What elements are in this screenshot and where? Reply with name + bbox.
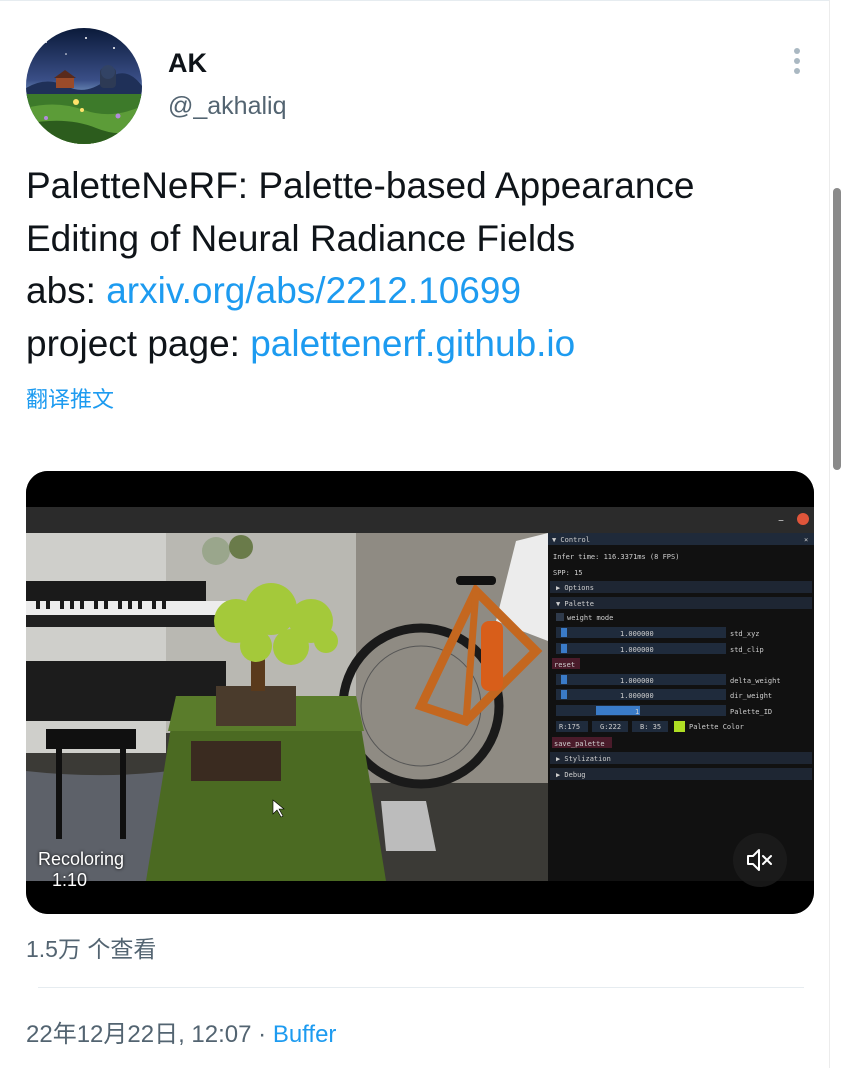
panel-close-icon: ×	[804, 536, 808, 544]
top-border	[0, 0, 844, 1]
video-title-label: Recoloring	[38, 849, 125, 869]
std-clip-value: 1.000000	[620, 646, 654, 654]
window-close-icon	[797, 513, 809, 525]
std-clip-label: std_clip	[730, 646, 764, 654]
tweet-text: PaletteNeRF: Palette-based Appearance Ed…	[26, 160, 816, 370]
scrollbar-track[interactable]	[829, 0, 844, 1068]
view-count: 1.5万 个查看	[26, 936, 157, 962]
project-line: project page: palettenerf.github.io	[26, 318, 816, 371]
avatar-image	[26, 28, 142, 144]
palette-section: ▼ Palette	[556, 600, 594, 608]
tweet-date: 22年12月22日, 12:07 ·	[26, 1021, 273, 1048]
abs-line: abs: arxiv.org/abs/2212.10699	[26, 265, 816, 318]
options-section: ▶ Options	[556, 584, 594, 592]
color-g-value: G:222	[600, 723, 621, 731]
reset-button: reset	[554, 661, 575, 669]
color-r-value: R:175	[559, 723, 580, 731]
author-handle[interactable]: @_akhaliq	[168, 92, 287, 121]
palette-id-value: 1	[635, 708, 639, 716]
std-xyz-value: 1.000000	[620, 630, 654, 638]
abs-link[interactable]: arxiv.org/abs/2212.10699	[106, 270, 521, 311]
dir-weight-label: dir_weight	[730, 692, 772, 700]
abs-label: abs:	[26, 270, 107, 311]
tweet-title-line-2: Editing of Neural Radiance Fields	[26, 217, 576, 259]
palette-color-label: Palette Color	[689, 723, 744, 731]
author-name[interactable]: AK	[168, 48, 207, 79]
avatar[interactable]	[26, 28, 142, 144]
video-frame: – ▼ Control × Infer time: 116.3371ms (8 …	[26, 471, 814, 914]
translate-tweet-link[interactable]: 翻译推文	[26, 382, 114, 414]
dir-weight-value: 1.000000	[620, 692, 654, 700]
palette-id-label: Palette_ID	[730, 708, 772, 716]
delta-weight-label: delta_weight	[730, 677, 781, 685]
weight-mode-label: weight mode	[567, 614, 613, 622]
mute-button[interactable]	[733, 833, 787, 887]
stylization-section: ▶ Stylization	[556, 755, 611, 763]
spp-text: SPP: 15	[553, 569, 583, 577]
tweet-source-link[interactable]: Buffer	[273, 1021, 337, 1048]
tweet-title-line-1: PaletteNeRF: Palette-based Appearance	[26, 165, 695, 206]
delta-weight-value: 1.000000	[620, 677, 654, 685]
video-duration: 1:10	[52, 870, 88, 890]
save-palette-button: save_palette	[554, 740, 605, 748]
panel-header: ▼ Control	[552, 536, 590, 544]
speaker-muted-icon	[747, 849, 772, 871]
scrollbar-thumb[interactable]	[833, 188, 841, 470]
std-xyz-label: std_xyz	[730, 630, 760, 638]
project-link[interactable]: palettenerf.github.io	[250, 323, 575, 364]
color-b-value: B: 35	[640, 723, 661, 731]
window-minimize-icon: –	[778, 513, 784, 527]
debug-section: ▶ Debug	[556, 771, 586, 779]
divider	[38, 987, 804, 988]
video-player[interactable]: – ▼ Control × Infer time: 116.3371ms (8 …	[26, 471, 814, 914]
infer-time-text: Infer time: 116.3371ms (8 FPS)	[553, 553, 679, 561]
more-options-icon[interactable]	[788, 44, 806, 80]
palette-color-swatch	[674, 721, 685, 732]
project-label: project page:	[26, 322, 251, 364]
tweet-meta: 22年12月22日, 12:07 · Buffer	[26, 1014, 336, 1049]
